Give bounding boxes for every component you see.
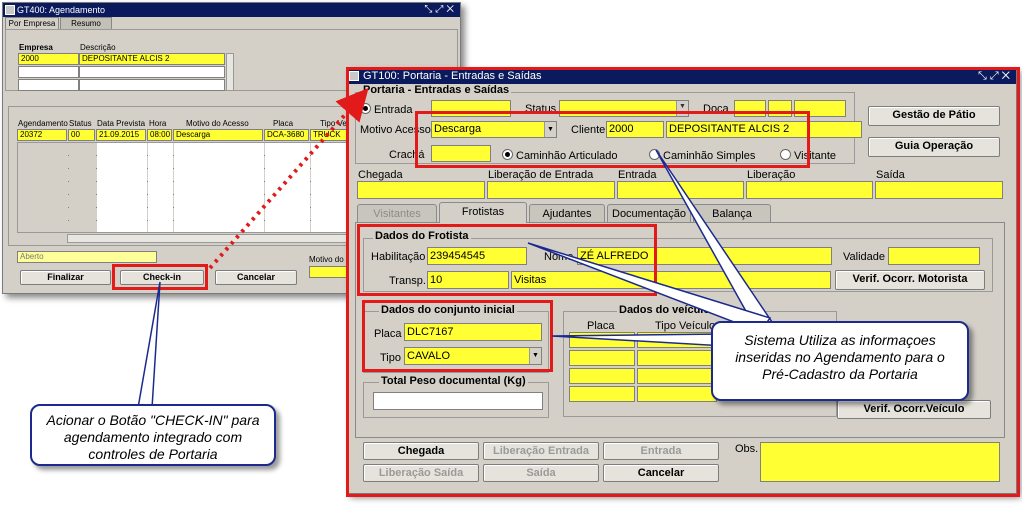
callout-precadastro: Sistema Utiliza as informaçoes inseridas… — [711, 321, 969, 401]
dotted-arrow — [208, 87, 369, 270]
callout-right-pointer-placa — [551, 333, 726, 347]
tab-frotistas[interactable]: Frotistas — [439, 202, 527, 223]
callout-checkin: Acionar o Botão "CHECK-IN" para agendame… — [30, 404, 276, 466]
callout-left-pointer — [137, 281, 161, 409]
